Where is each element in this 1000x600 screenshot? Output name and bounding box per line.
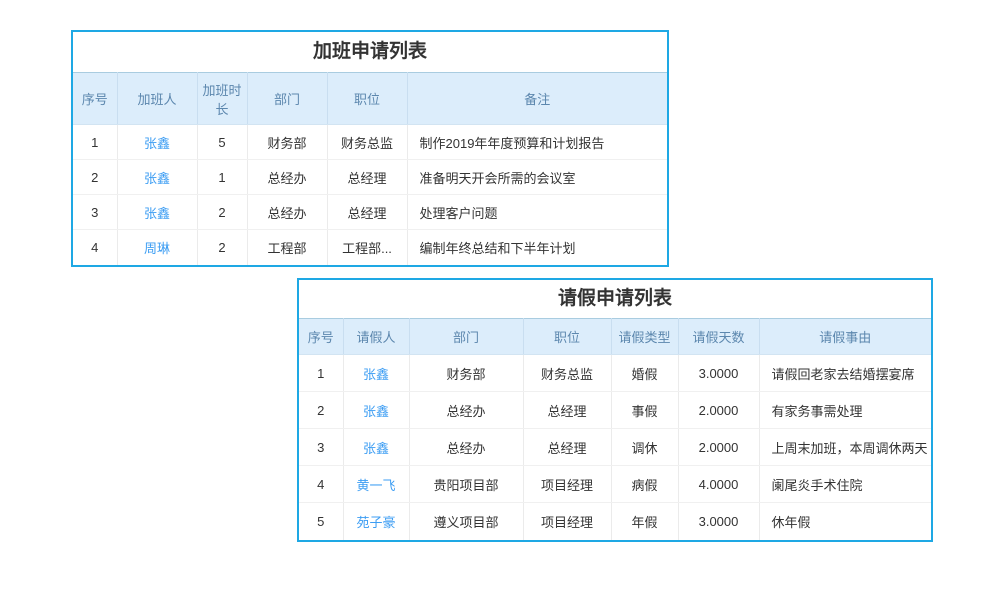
column-header: 职位 (327, 73, 407, 125)
table-cell: 总经理 (523, 429, 611, 466)
table-row: 2 张鑫 总经办总经理事假2.0000有家务事需处理 (299, 392, 931, 429)
person-name-link[interactable]: 张鑫 (144, 206, 170, 221)
column-header: 请假人 (343, 319, 409, 355)
table-cell: 贵阳项目部 (409, 466, 523, 503)
table-cell: 财务总监 (523, 355, 611, 392)
overtime-table-title: 加班申请列表 (73, 32, 667, 72)
column-header: 职位 (523, 319, 611, 355)
table-row: 4 黄一飞贵阳项目部项目经理病假4.0000阑尾炎手术住院 (299, 466, 931, 503)
table-cell: 调休 (611, 429, 678, 466)
table-cell: 3 (299, 429, 343, 466)
person-name-link[interactable]: 黄一飞 (356, 478, 395, 493)
person-name-link[interactable]: 张鑫 (363, 404, 389, 419)
table-cell: 休年假 (759, 503, 931, 540)
table-cell: 财务总监 (327, 125, 407, 160)
table-cell: 项目经理 (523, 466, 611, 503)
table-cell: 黄一飞 (343, 466, 409, 503)
overtime-table-card: 加班申请列表 序号加班人加班时长部门职位备注1张鑫5财务部财务总监制作2019年… (71, 30, 669, 267)
table-cell: 总经办 (409, 429, 523, 466)
table-cell: 阑尾炎手术住院 (759, 466, 931, 503)
person-name-link[interactable]: 苑子豪 (356, 515, 395, 530)
leave-table-title: 请假申请列表 (299, 280, 931, 318)
table-cell: 准备明天开会所需的会议室 (407, 160, 667, 195)
table-cell: 3.0000 (678, 503, 759, 540)
page: 加班申请列表 序号加班人加班时长部门职位备注1张鑫5财务部财务总监制作2019年… (0, 0, 1000, 600)
table-row: 1 张鑫 财务部财务总监婚假3.0000请假回老家去结婚摆宴席 (299, 355, 931, 392)
table-cell: 张鑫 (343, 429, 409, 466)
header-row: 序号请假人部门职位请假类型请假天数请假事由 (299, 319, 931, 355)
table-cell: 上周末加班，本周调休两天 (759, 429, 931, 466)
table-cell: 婚假 (611, 355, 678, 392)
table-cell: 制作2019年年度预算和计划报告 (407, 125, 667, 160)
table-cell: 总经办 (247, 160, 327, 195)
person-name-link[interactable]: 张鑫 (363, 367, 389, 382)
table-cell: 2 (299, 392, 343, 429)
table-cell: 3 (73, 195, 117, 230)
table-cell: 2 (73, 160, 117, 195)
table-cell: 5 (197, 125, 247, 160)
table-cell: 3.0000 (678, 355, 759, 392)
table-cell: 总经理 (327, 195, 407, 230)
table-cell: 2.0000 (678, 392, 759, 429)
table-cell: 2 (197, 230, 247, 265)
table-cell: 4 (299, 466, 343, 503)
person-name-link[interactable]: 周琳 (144, 241, 170, 256)
table-row: 3 张鑫 2总经办总经理处理客户问题 (73, 195, 667, 230)
table-cell: 张鑫 (117, 160, 197, 195)
table-cell: 张鑫 (343, 355, 409, 392)
table-cell: 2 (197, 195, 247, 230)
table-row: 4 周琳 2工程部工程部...编制年终总结和下半年计划 (73, 230, 667, 265)
table-cell: 编制年终总结和下半年计划 (407, 230, 667, 265)
table-cell: 张鑫 (343, 392, 409, 429)
column-header: 请假事由 (759, 319, 931, 355)
table-cell: 总经办 (247, 195, 327, 230)
column-header: 请假天数 (678, 319, 759, 355)
table-row: 2 张鑫 1总经办总经理准备明天开会所需的会议室 (73, 160, 667, 195)
table-cell: 苑子豪 (343, 503, 409, 540)
table-cell: 张鑫 (117, 125, 197, 160)
table-cell: 1 (73, 125, 117, 160)
table-cell: 2.0000 (678, 429, 759, 466)
column-header: 备注 (407, 73, 667, 125)
table-cell: 财务部 (409, 355, 523, 392)
table-row: 1 张鑫 5财务部财务总监制作2019年年度预算和计划报告 (73, 125, 667, 160)
table-cell: 工程部... (327, 230, 407, 265)
table-cell: 张鑫 (117, 195, 197, 230)
table-cell: 4 (73, 230, 117, 265)
table-cell: 请假回老家去结婚摆宴席 (759, 355, 931, 392)
table-cell: 病假 (611, 466, 678, 503)
column-header: 加班人 (117, 73, 197, 125)
column-header: 序号 (73, 73, 117, 125)
table-cell: 项目经理 (523, 503, 611, 540)
table-cell: 周琳 (117, 230, 197, 265)
person-name-link[interactable]: 张鑫 (144, 171, 170, 186)
table-cell: 总经理 (327, 160, 407, 195)
table-cell: 总经办 (409, 392, 523, 429)
table-cell: 有家务事需处理 (759, 392, 931, 429)
table-cell: 处理客户问题 (407, 195, 667, 230)
column-header: 请假类型 (611, 319, 678, 355)
person-name-link[interactable]: 张鑫 (363, 441, 389, 456)
table-cell: 1 (197, 160, 247, 195)
table-cell: 1 (299, 355, 343, 392)
table-cell: 财务部 (247, 125, 327, 160)
person-name-link[interactable]: 张鑫 (144, 136, 170, 151)
table-row: 5 苑子豪遵义项目部项目经理年假3.0000休年假 (299, 503, 931, 540)
table-cell: 5 (299, 503, 343, 540)
table-cell: 工程部 (247, 230, 327, 265)
table-cell: 4.0000 (678, 466, 759, 503)
overtime-table: 序号加班人加班时长部门职位备注1张鑫5财务部财务总监制作2019年年度预算和计划… (73, 72, 667, 265)
leave-table-card: 请假申请列表 序号请假人部门职位请假类型请假天数请假事由1张鑫财务部财务总监婚假… (297, 278, 933, 542)
table-cell: 总经理 (523, 392, 611, 429)
column-header: 部门 (409, 319, 523, 355)
table-cell: 遵义项目部 (409, 503, 523, 540)
column-header: 加班时长 (197, 73, 247, 125)
column-header: 序号 (299, 319, 343, 355)
table-row: 3 张鑫 总经办总经理调休2.0000上周末加班，本周调休两天 (299, 429, 931, 466)
header-row: 序号加班人加班时长部门职位备注 (73, 73, 667, 125)
table-cell: 事假 (611, 392, 678, 429)
table-cell: 年假 (611, 503, 678, 540)
leave-table: 序号请假人部门职位请假类型请假天数请假事由1张鑫财务部财务总监婚假3.0000请… (299, 318, 931, 540)
column-header: 部门 (247, 73, 327, 125)
